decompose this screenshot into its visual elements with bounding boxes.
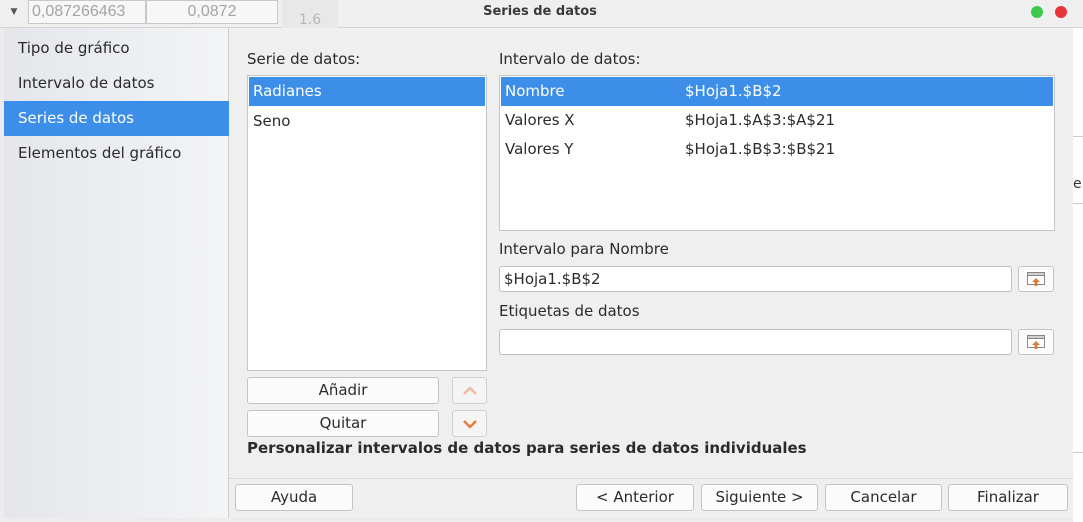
- next-button[interactable]: Siguiente >: [701, 484, 818, 511]
- chart-wizard-dialog: Tipo de gráfico Intervalo de datos Serie…: [4, 28, 1073, 518]
- series-listbox[interactable]: Radianes Seno: [247, 75, 487, 371]
- add-series-button[interactable]: Añadir: [247, 377, 439, 404]
- chevron-down-icon: [462, 419, 477, 428]
- data-labels-label: Etiquetas de datos: [499, 302, 640, 320]
- chevron-up-icon: [462, 386, 477, 395]
- help-button[interactable]: Ayuda: [235, 484, 353, 511]
- dropdown-arrow-icon[interactable]: ▼: [0, 0, 28, 24]
- range-role: Valores Y: [505, 140, 574, 158]
- series-item-radianes[interactable]: Radianes: [249, 77, 485, 106]
- back-button[interactable]: < Anterior: [576, 484, 694, 511]
- spreadsheet-gridline: [1073, 203, 1083, 204]
- spreadsheet-edge-text: e: [1073, 176, 1082, 192]
- cancel-button[interactable]: Cancelar: [825, 484, 942, 511]
- step-chart-type[interactable]: Tipo de gráfico: [4, 31, 229, 66]
- remove-series-button[interactable]: Quitar: [247, 410, 439, 437]
- shrink-range-icon: [1027, 272, 1045, 286]
- hint-text: Personalizar intervalos de datos para se…: [247, 439, 807, 457]
- range-row-nombre[interactable]: Nombre $Hoja1.$B$2: [501, 77, 1053, 106]
- wizard-steps-sidebar: Tipo de gráfico Intervalo de datos Serie…: [4, 28, 229, 518]
- step-data-range[interactable]: Intervalo de datos: [4, 66, 229, 101]
- data-labels-input[interactable]: [499, 329, 1012, 355]
- data-ranges-label: Intervalo de datos:: [499, 50, 641, 68]
- data-ranges-table[interactable]: Nombre $Hoja1.$B$2 Valores X $Hoja1.$A$3…: [499, 75, 1055, 231]
- spreadsheet-edge: e: [1073, 28, 1083, 522]
- range-role: Nombre: [505, 82, 565, 100]
- range-row-valores-y[interactable]: Valores Y $Hoja1.$B$3:$B$21: [501, 135, 1053, 164]
- close-button[interactable]: [1055, 6, 1067, 18]
- maximize-button[interactable]: [1031, 6, 1043, 18]
- step-data-series[interactable]: Series de datos: [4, 101, 229, 136]
- name-range-label: Intervalo para Nombre: [499, 240, 669, 258]
- spreadsheet-cell: 0,0872: [146, 0, 278, 24]
- series-list-label: Serie de datos:: [247, 50, 361, 68]
- dialog-title: Series de datos: [483, 4, 597, 19]
- move-up-button[interactable]: [452, 377, 487, 404]
- finish-button[interactable]: Finalizar: [948, 484, 1068, 511]
- select-range-button[interactable]: [1018, 266, 1054, 292]
- range-role: Valores X: [505, 111, 575, 129]
- series-item-seno[interactable]: Seno: [249, 107, 485, 136]
- spreadsheet-cell: 0,087266463: [28, 0, 146, 24]
- spreadsheet-gridline: [1073, 136, 1083, 137]
- move-down-button[interactable]: [452, 410, 487, 437]
- spreadsheet-gridline: [1073, 452, 1083, 453]
- range-row-valores-x[interactable]: Valores X $Hoja1.$A$3:$A$21: [501, 106, 1053, 135]
- range-value: $Hoja1.$B$3:$B$21: [685, 140, 836, 158]
- select-range-button[interactable]: [1018, 329, 1054, 355]
- range-value: $Hoja1.$B$2: [685, 82, 782, 100]
- step-chart-elements[interactable]: Elementos del gráfico: [4, 136, 229, 171]
- footer-divider: [229, 478, 1073, 479]
- name-range-input[interactable]: $Hoja1.$B$2: [499, 266, 1012, 292]
- range-value: $Hoja1.$A$3:$A$21: [685, 111, 836, 129]
- shrink-range-icon: [1027, 335, 1045, 349]
- spreadsheet-row-header: 1.6: [282, 0, 338, 28]
